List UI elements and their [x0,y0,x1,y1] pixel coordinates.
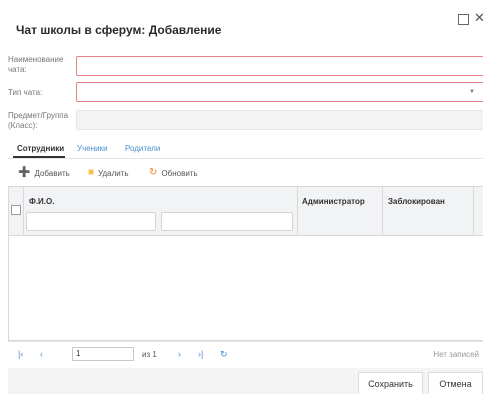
tab-staff[interactable]: Сотрудники [17,144,64,153]
add-button-label: Добавить [34,168,70,178]
save-button[interactable]: Сохранить [358,372,423,394]
staff-grid: Ф.И.О. Администратор Заблокирован [8,186,483,341]
dialog-title: Чат школы в сферум: Добавление [16,23,222,37]
refresh-button-label: Обновить [161,168,198,178]
col-separator [382,187,383,235]
col-head-admin[interactable]: Администратор [302,197,365,206]
chevron-down-icon[interactable]: ▼ [469,89,475,95]
active-tab-indicator [13,156,65,158]
first-page-icon[interactable]: |‹ [18,349,23,359]
trash-icon: ■ [88,167,95,178]
tab-parents[interactable]: Родители [125,144,160,153]
last-page-icon[interactable]: ›| [198,349,203,359]
select-column [9,187,24,235]
tab-students[interactable]: Ученики [77,144,108,153]
refresh-icon[interactable]: ↻ [220,349,228,359]
next-page-icon[interactable]: › [178,349,181,359]
col-head-fio[interactable]: Ф.И.О. [29,197,54,206]
name-label: Наименование чата: [8,55,64,74]
page-count-label: из 1 [142,350,157,359]
records-status: Нет записей [433,350,479,359]
dialog-footer: Сохранить Отмена [8,368,483,394]
cancel-button[interactable]: Отмена [428,372,483,394]
filter-fio-input-1[interactable] [26,212,156,231]
refresh-button[interactable]: ↻ Обновить [149,168,198,178]
col-separator [473,187,474,235]
filter-fio-input-2[interactable] [161,212,293,231]
refresh-icon: ↻ [149,167,158,178]
tab-divider [8,158,483,159]
close-icon[interactable]: ✕ [474,11,483,24]
maximize-icon[interactable] [458,14,469,25]
select-all-checkbox[interactable] [11,205,21,215]
subject-field [76,110,483,130]
add-button[interactable]: ➕ Добавить [18,168,70,178]
subject-label: Предмет/Группа (Класс): [8,111,69,130]
name-field[interactable] [76,56,483,76]
col-head-blocked[interactable]: Заблокирован [388,197,445,206]
pager: |‹ ‹ 1 из 1 › ›| ↻ Нет записей [8,341,483,366]
col-separator [297,187,298,235]
add-user-icon: ➕ [18,167,31,178]
type-label: Тип чата: [8,88,43,97]
prev-page-icon[interactable]: ‹ [40,349,43,359]
page-number-input[interactable]: 1 [72,347,134,361]
type-select[interactable]: ▼ [76,82,483,102]
delete-button-label: Удалить [98,168,129,178]
delete-button[interactable]: ■ Удалить [88,168,129,178]
grid-header: Ф.И.О. Администратор Заблокирован [9,187,483,236]
